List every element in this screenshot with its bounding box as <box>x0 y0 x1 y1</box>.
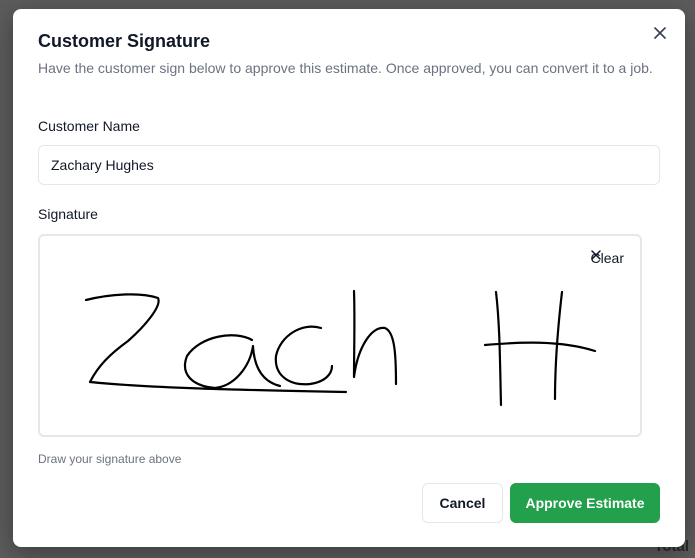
close-icon <box>654 27 666 39</box>
signature-dialog: Customer Signature Have the customer sig… <box>13 9 685 547</box>
customer-name-input[interactable] <box>38 145 660 185</box>
dialog-title: Customer Signature <box>38 31 211 51</box>
signature-stroke-h2-bar <box>483 341 597 353</box>
dialog-description: Have the customer sign below to approve … <box>38 60 653 76</box>
close-button[interactable] <box>651 24 669 42</box>
clear-signature-button[interactable]: Clear <box>591 250 624 266</box>
signature-pad[interactable]: Clear <box>38 234 642 437</box>
approve-estimate-button[interactable]: Approve Estimate <box>510 483 660 523</box>
signature-stroke-h <box>352 289 398 386</box>
signature-hint: Draw your signature above <box>38 452 182 466</box>
customer-name-label: Customer Name <box>38 118 140 134</box>
signature-stroke-c <box>274 325 334 386</box>
signature-label: Signature <box>38 206 98 222</box>
x-icon <box>590 250 601 260</box>
cancel-button[interactable]: Cancel <box>422 483 503 523</box>
signature-stroke-z <box>84 293 348 394</box>
signature-stroke-h2-right <box>553 290 564 401</box>
signature-stroke-a <box>184 334 282 390</box>
signature-drawing <box>84 289 597 407</box>
signature-stroke-h2-left <box>494 290 503 407</box>
